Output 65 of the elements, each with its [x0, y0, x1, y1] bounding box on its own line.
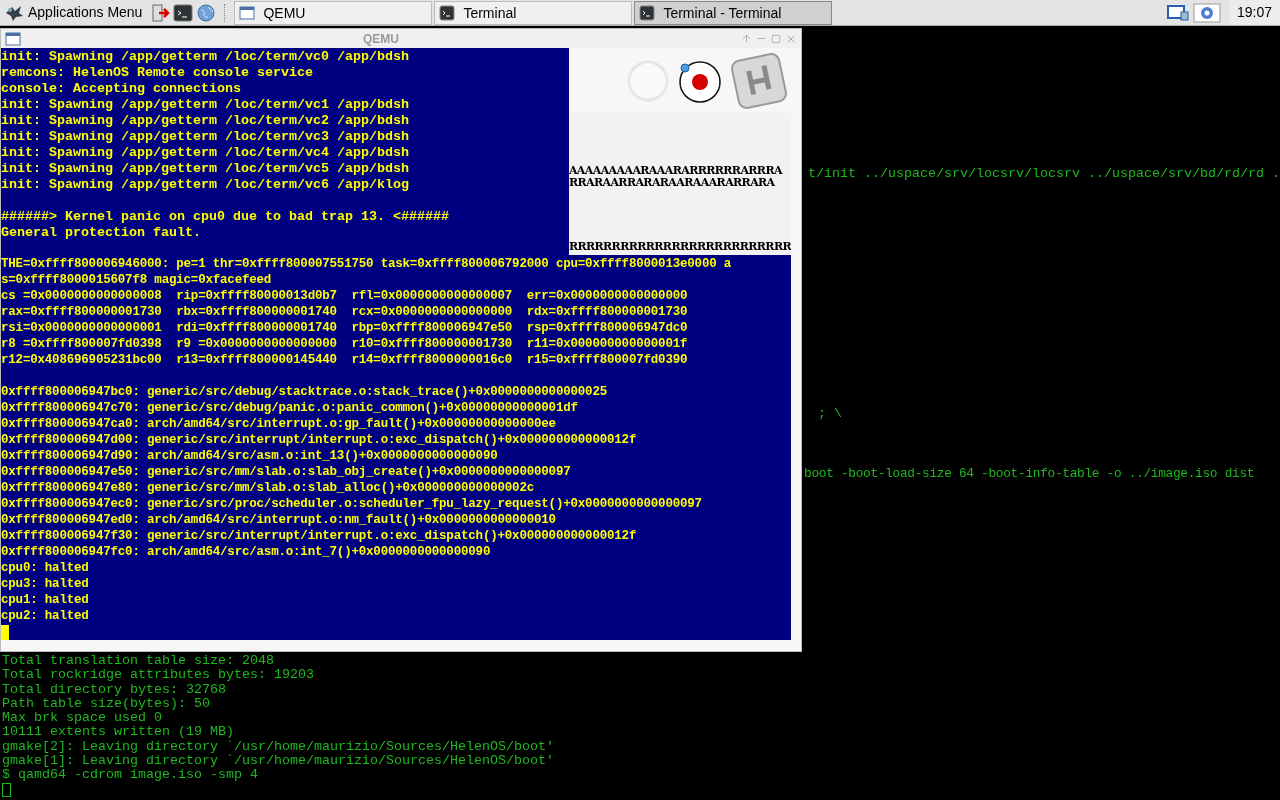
- window-icon: [239, 5, 256, 21]
- terminal-line: Total rockridge attributes bytes: 19203: [2, 668, 315, 683]
- console-line: 0xffff800006947c70: generic/src/debug/panic.o:panic_common()+0x00000000000001df: [1, 400, 579, 416]
- console-line: 0xffff800006947e80: generic/src/mm/slab.o:slab_alloc()+0x000000000000002c: [1, 480, 535, 496]
- terminal-line: Total directory bytes: 32768: [2, 682, 227, 697]
- console-line: 0xffff800006947d90: arch/amd64/src/asm.o:int_13()+0x0000000000000090: [1, 448, 499, 464]
- terminal-line: t/init ../uspace/srv/locsrv/locsrv ../uspace/srv/bd/rd/rd .: [808, 166, 1280, 181]
- console-line: cpu2: halted: [1, 608, 90, 624]
- terminal-line: ; \: [817, 406, 843, 421]
- console-line: init: Spawning /app/getterm /loc/term/vc4 /app/bdsh: [1, 145, 410, 161]
- console-line: r12=0x408696905231bc00 r13=0xffff800000145440 r14=0xffff8000000016c0 r15=0xffff800007fd0390: [1, 352, 689, 368]
- console-line: r8 =0xffff800007fd0398 r9 =0x0000000000000000 r10=0xffff800000001730 r11=0x000000000000001f: [1, 336, 689, 352]
- terminal-line: 10111 extents written (19 MB): [2, 725, 235, 740]
- glitch-text: AAAAAAAAARAAARARRRRRRARRRA: [568, 165, 784, 177]
- terminal-line: $ qamd64 -cdrom image.iso -smp 4: [2, 768, 259, 783]
- console-line: remcons: HelenOS Remote console service: [1, 65, 314, 81]
- console-line: 0xffff800006947fc0: arch/amd64/src/asm.o:int_7()+0x0000000000000090: [1, 544, 492, 560]
- glitch-text: RRRRRRRRRRRRRRRRRRRRRRRRRR: [568, 241, 791, 253]
- globe-icon[interactable]: [196, 2, 217, 23]
- terminal-line: Max brk space used 0: [2, 711, 163, 726]
- terminal-icon: [639, 5, 656, 21]
- console-line: init: Spawning /app/getterm /loc/term/vc2 /app/bdsh: [1, 113, 410, 129]
- terminal-cursor: [2, 782, 11, 797]
- console-line: 0xffff800006947f30: generic/src/interrupt/interrupt.o:exc_dispatch()+0x000000000000012f: [1, 528, 638, 544]
- console-line: init: Spawning /app/getterm /loc/term/vc3 /app/bdsh: [1, 129, 410, 145]
- console-line: cpu1: halted: [1, 592, 90, 608]
- text-cursor: [1, 625, 9, 640]
- task-button[interactable]: Terminal - Terminal: [634, 1, 833, 25]
- console-line: cpu0: halted: [1, 560, 90, 576]
- terminal-line: boot -boot-load-size 64 -boot-info-table -o ../image.iso dist: [804, 466, 1256, 481]
- console-line: init: Spawning /app/getterm /loc/term/vc0 /app/bdsh: [1, 49, 410, 65]
- clock: 19:07: [1228, 0, 1280, 25]
- console-line: init: Spawning /app/getterm /loc/term/vc6 /app/klog: [1, 177, 410, 193]
- console-line: THE=0xffff800006946000: pe=1 thr=0xffff800007551750 task=0xffff800006792000 cpu=0xffff8000013e0000 a: [1, 256, 733, 272]
- console-line: rsi=0x0000000000000001 rdi=0xffff800000001740 rbp=0xffff800006947e50 rsp=0xffff800006947dc0: [1, 320, 689, 336]
- terminal-launcher-icon[interactable]: [173, 2, 194, 23]
- console-line: 0xffff800006947d00: generic/src/interrupt/interrupt.o:exc_dispatch()+0x000000000000012f: [1, 432, 638, 448]
- console-line: ######> Kernel panic on cpu0 due to bad trap 13. <######: [1, 209, 450, 225]
- task-button[interactable]: Terminal: [434, 1, 633, 25]
- terminal-line: Total translation table size: 2048: [2, 654, 275, 669]
- console-line: init: Spawning /app/getterm /loc/term/vc1 /app/bdsh: [1, 97, 410, 113]
- terminal-line: gmake[1]: Leaving directory `/usr/home/maurizio/Sources/HelenOS/boot': [2, 754, 554, 769]
- console-line: 0xffff800006947ca0: arch/amd64/src/interrupt.o:gp_fault()+0x00000000000000ee: [1, 416, 557, 432]
- window-icon: [5, 30, 21, 47]
- window-title: QEMU: [362, 30, 400, 48]
- console-line: 0xffff800006947e50: generic/src/mm/slab.o:slab_obj_create()+0x0000000000000097: [1, 464, 572, 480]
- logout-icon[interactable]: [150, 2, 171, 23]
- terminal-line: gmake[2]: Leaving directory `/usr/home/maurizio/Sources/HelenOS/boot': [2, 739, 554, 754]
- console-line: cs =0x0000000000000008 rip=0xffff80000013d0b7 rfl=0x0000000000000007 err=0x0000000000000000: [1, 288, 689, 304]
- console-line: 0xffff800006947bc0: generic/src/debug/stacktrace.o:stack_trace()+0x0000000000000025: [1, 384, 608, 400]
- mouse-logo-icon: [4, 3, 24, 22]
- display-icon[interactable]: [1166, 3, 1189, 22]
- console-line: rax=0xffff800000001730 rbx=0xffff800000001740 rcx=0x0000000000000000 rdx=0xffff800000001730: [1, 304, 689, 320]
- console-line: cpu3: halted: [1, 576, 90, 592]
- glitch-text: RRARAARRARARAARAAARARRARA: [568, 177, 776, 189]
- console-line: console: Accepting connections: [1, 81, 242, 97]
- applications-menu-button[interactable]: Applications Menu: [0, 0, 147, 25]
- console-line: 0xffff800006947ec0: generic/src/proc/scheduler.o:scheduler_fpu_lazy_request()+0x0000000000000097: [1, 496, 703, 512]
- console-line: 0xffff800006947ed0: arch/amd64/src/interrupt.o:nm_fault()+0x0000000000000010: [1, 512, 557, 528]
- terminal-icon: [439, 5, 456, 21]
- console-line: init: Spawning /app/getterm /loc/term/vc5 /app/bdsh: [1, 161, 410, 177]
- console-line: s=0xffff8000015607f8 magic=0xfacefeed: [1, 272, 273, 288]
- console-line: General protection fault.: [1, 225, 202, 241]
- task-button[interactable]: QEMU: [234, 1, 433, 25]
- terminal-line: Path table size(bytes): 50: [2, 696, 211, 712]
